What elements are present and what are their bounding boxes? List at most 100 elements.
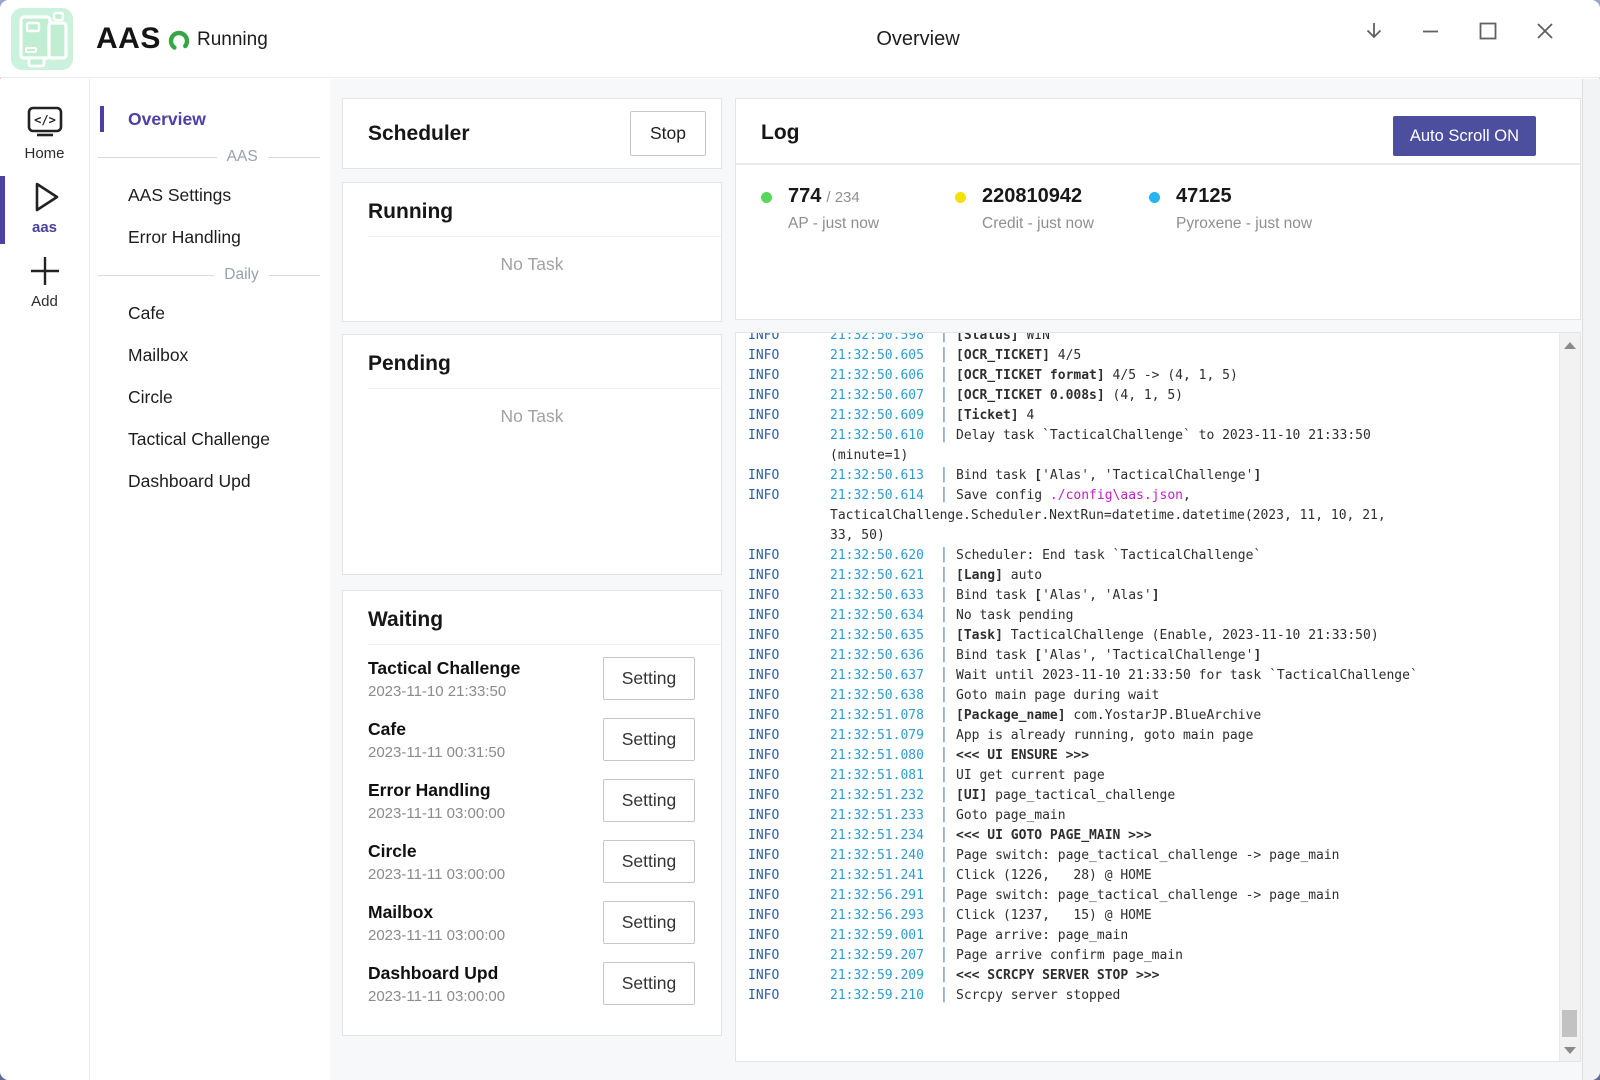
waiting-card: Waiting Tactical Challenge2023-11-10 21:… <box>342 590 722 1036</box>
log-message-segment: [OCR_TICKET] <box>956 348 1050 363</box>
log-message-segment: Wait until 2023-11-10 21:33:50 for task … <box>956 668 1418 683</box>
log-time: 21:32:59.207 <box>830 946 940 966</box>
stat-dot <box>955 192 966 203</box>
log-time: 21:32:51.081 <box>830 766 940 786</box>
waiting-task-cafe: Cafe 2023-11-11 00:31:50 Setting <box>343 712 721 773</box>
nav-item-mailbox[interactable]: Mailbox <box>90 334 330 376</box>
stop-button[interactable]: Stop <box>630 111 706 156</box>
log-time: 21:32:56.293 <box>830 906 940 926</box>
log-scrollbar-thumb[interactable] <box>1562 1010 1577 1037</box>
setting-button-dashboard-upd[interactable]: Setting <box>603 962 695 1005</box>
rail-item-aas[interactable]: aas <box>0 173 89 247</box>
log-message-segment: [OCR_TICKET format] <box>956 368 1105 383</box>
log-message-segment: Delay task `TacticalChallenge` to 2023-1… <box>956 428 1371 443</box>
log-message-segment: Scheduler: End task `TacticalChallenge` <box>956 548 1261 563</box>
log-message-segment: 'Alas', 'TacticalChallenge' <box>1042 648 1253 663</box>
log-message-segment: Page arrive confirm page_main <box>956 948 1183 963</box>
log-message-segment: [Lang] <box>956 568 1003 583</box>
stat-pyroxene: 47125Pyroxene - just now <box>1149 185 1343 233</box>
log-line: INFO21:32:50.613│Bind task ['Alas', 'Tac… <box>748 466 1552 486</box>
log-line: INFO21:32:50.633│Bind task ['Alas', 'Ala… <box>748 586 1552 606</box>
log-message-segment: Goto main page during wait <box>956 688 1160 703</box>
minimize-button[interactable] <box>1418 18 1444 44</box>
log-message-segment: , <box>1183 488 1191 503</box>
nav-item-circle[interactable]: Circle <box>90 376 330 418</box>
log-message-segment: Scrcpy server stopped <box>956 988 1120 1003</box>
log-line: INFO21:32:50.607│[OCR_TICKET 0.008s] (4,… <box>748 386 1552 406</box>
log-time: 21:32:50.610 <box>830 426 940 446</box>
log-level: INFO <box>748 466 830 486</box>
log-time: 21:32:50.614 <box>830 486 940 506</box>
rail-item-home[interactable]: </> Home <box>0 99 89 173</box>
log-message-segment: (4, 1, 5) <box>1105 388 1183 403</box>
log-time: 21:32:50.636 <box>830 646 940 666</box>
scroll-down-icon[interactable] <box>1564 1047 1576 1054</box>
scroll-up-icon[interactable] <box>1564 342 1576 349</box>
log-line: INFO21:32:51.240│Page switch: page_tacti… <box>748 846 1552 866</box>
log-time: 21:32:51.234 <box>830 826 940 846</box>
arrow-down-icon <box>1362 19 1386 43</box>
close-button[interactable] <box>1532 18 1558 44</box>
nav-item-cafe[interactable]: Cafe <box>90 292 330 334</box>
log-separator: │ <box>940 946 956 966</box>
log-lines: INFO21:32:50.598│[Status] WININFO21:32:5… <box>748 332 1552 1006</box>
task-next-run: 2023-11-11 00:31:50 <box>368 744 591 761</box>
nav-item-aas-settings[interactable]: AAS Settings <box>90 174 330 216</box>
running-card: Running No Task <box>342 182 722 322</box>
nav-item-dashboard-upd[interactable]: Dashboard Upd <box>90 460 330 502</box>
task-name: Cafe <box>368 719 591 740</box>
log-time: 21:32:50.605 <box>830 346 940 366</box>
waiting-task-error-handling: Error Handling2023-11-11 03:00:00Setting <box>343 773 721 834</box>
maximize-icon <box>1476 19 1500 43</box>
nav-item-overview[interactable]: Overview <box>90 98 330 140</box>
nav-item-tactical-challenge[interactable]: Tactical Challenge <box>90 418 330 460</box>
titlebar: AAS Running Overview <box>0 0 1600 78</box>
close-icon <box>1533 19 1557 43</box>
log-message-segment: 4 <box>1019 408 1035 423</box>
log-time: 21:32:56.291 <box>830 886 940 906</box>
stat-value: 47125 <box>1176 185 1232 207</box>
log-separator: │ <box>940 906 956 926</box>
log-level: INFO <box>748 626 830 646</box>
log-message-segment: auto <box>1003 568 1042 583</box>
download-button[interactable] <box>1361 18 1387 44</box>
log-line: INFO21:32:51.232│[UI] page_tactical_chal… <box>748 786 1552 806</box>
log-scrollbar-track[interactable] <box>1559 333 1580 1061</box>
log-line: INFO21:32:50.635│[Task] TacticalChalleng… <box>748 626 1552 646</box>
log-line: INFO21:32:50.636│Bind task ['Alas', 'Tac… <box>748 646 1552 666</box>
log-title: Log <box>761 121 799 145</box>
waiting-task-mailbox: Mailbox2023-11-11 03:00:00Setting <box>343 895 721 956</box>
log-message-segment: No task pending <box>956 608 1073 623</box>
log-level: INFO <box>748 906 830 926</box>
maximize-button[interactable] <box>1475 18 1501 44</box>
setting-button-mailbox[interactable]: Setting <box>603 901 695 944</box>
log-level: INFO <box>748 646 830 666</box>
log-separator: │ <box>940 766 956 786</box>
log-line: (minute=1) <box>748 446 1552 466</box>
log-message-segment: Bind task <box>956 588 1034 603</box>
setting-button-tactical-challenge[interactable]: Setting <box>603 657 695 700</box>
log-line: INFO21:32:59.209│<<< SCRCPY SERVER STOP … <box>748 966 1552 986</box>
log-message-segment: Goto page_main <box>956 808 1066 823</box>
log-time: 21:32:51.241 <box>830 866 940 886</box>
page-scrollbar-track[interactable] <box>1582 79 1600 1080</box>
log-message-segment: UI get current page <box>956 768 1105 783</box>
setting-button-error-handling[interactable]: Setting <box>603 779 695 822</box>
divider <box>368 388 721 389</box>
setting-button-circle[interactable]: Setting <box>603 840 695 883</box>
log-level: INFO <box>748 766 830 786</box>
auto-scroll-button[interactable]: Auto Scroll ON <box>1393 116 1536 156</box>
log-separator: │ <box>940 886 956 906</box>
waiting-task-dashboard-upd: Dashboard Upd2023-11-11 03:00:00Setting <box>343 956 721 1017</box>
log-line: INFO21:32:51.241│Click (1226, 28) @ HOME <box>748 866 1552 886</box>
log-line: INFO21:32:50.637│Wait until 2023-11-10 2… <box>748 666 1552 686</box>
log-level: INFO <box>748 786 830 806</box>
log-level: INFO <box>748 926 830 946</box>
log-separator: │ <box>940 866 956 886</box>
log-time: 21:32:50.638 <box>830 686 940 706</box>
nav-item-error-handling[interactable]: Error Handling <box>90 216 330 258</box>
setting-button-cafe[interactable]: Setting <box>603 718 695 761</box>
log-message-segment: <<< UI ENSURE >>> <box>956 748 1089 763</box>
log-message-segment: [Task] <box>956 628 1003 643</box>
rail-item-add[interactable]: Add <box>0 247 89 321</box>
